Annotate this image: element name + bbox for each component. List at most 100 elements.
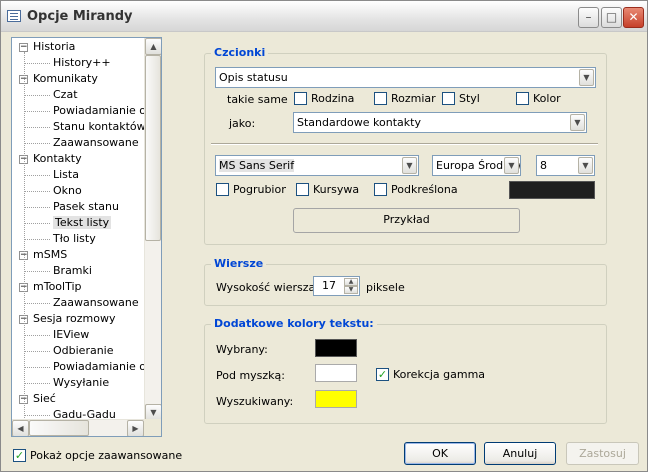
chevron-down-icon[interactable]: ▼ <box>579 69 594 86</box>
tree-item[interactable]: Bramki <box>53 263 92 279</box>
scroll-up-icon[interactable]: ▲ <box>145 38 161 55</box>
tree-connector <box>24 367 50 368</box>
window-title: Opcje Mirandy <box>27 9 133 24</box>
tree-item[interactable]: Wysyłanie <box>53 375 109 391</box>
tree-connector <box>24 111 50 112</box>
scroll-thumb[interactable] <box>145 55 161 241</box>
scroll-left-icon[interactable]: ◀ <box>12 420 29 436</box>
chevron-down-icon[interactable]: ▼ <box>402 157 417 174</box>
same-color-checkbox[interactable]: Kolor <box>516 92 561 106</box>
tree-vertical-scrollbar[interactable]: ▲ ▼ <box>144 38 161 421</box>
fonts-group-title: Czcionki <box>211 46 269 59</box>
underline-checkbox[interactable]: Podkreślona <box>374 183 458 197</box>
tree-group-item[interactable]: mToolTip <box>33 279 82 295</box>
search-color-picker[interactable] <box>315 390 357 408</box>
same-as-label: takie same <box>227 93 288 106</box>
font-size-select[interactable]: 8 ▼ <box>536 155 595 176</box>
show-advanced-checkbox[interactable]: ✓ Pokaż opcje zaawansowane <box>13 449 182 463</box>
tree-connector <box>24 143 50 144</box>
rows-group-title: Wiersze <box>211 257 267 270</box>
chevron-down-icon[interactable]: ▼ <box>570 114 585 131</box>
tree-item-label: Sieć <box>33 392 56 405</box>
apply-button[interactable]: Zastosuj <box>566 442 639 465</box>
search-color-label: Wyszukiwany: <box>216 395 294 408</box>
tree-connector <box>24 175 50 176</box>
ok-button[interactable]: OK <box>404 442 476 465</box>
row-height-spinner[interactable]: 17 ▲ ▼ <box>313 276 360 296</box>
font-item-select[interactable]: Opis statusu ▼ <box>215 67 596 88</box>
h-scroll-thumb[interactable] <box>29 420 89 436</box>
tree-item[interactable]: Tekst listy <box>53 215 112 231</box>
tree-group-item[interactable]: Kontakty <box>33 151 82 167</box>
app-icon <box>7 10 21 22</box>
bold-checkbox[interactable]: Pogrubiona <box>216 183 286 197</box>
tree-item-label: mSMS <box>33 248 68 261</box>
title-bar[interactable]: Opcje Mirandy – □ ✕ <box>1 1 647 32</box>
tree-item[interactable]: Pasek stanu <box>53 199 119 215</box>
tree-item-label: History++ <box>53 56 111 69</box>
script-select[interactable]: Europa Środkowa ▼ <box>432 155 521 176</box>
tree-item-label: Sesja rozmowy <box>33 312 116 325</box>
tree-group-item[interactable]: mSMS <box>33 247 67 263</box>
font-color-picker[interactable] <box>509 181 595 199</box>
as-select[interactable]: Standardowe kontakty ▼ <box>293 112 587 133</box>
font-name-select[interactable]: MS Sans Serif ▼ <box>215 155 419 176</box>
tree-horizontal-scrollbar[interactable]: ◀ ▶ <box>12 419 144 436</box>
preview-box: Przykład <box>293 208 520 233</box>
options-tree[interactable]: Historia − History++ Komunikaty − Czat Powiada… <box>11 37 162 437</box>
tree-connector <box>24 335 50 336</box>
tree-item-label: Wysyłanie <box>53 376 110 389</box>
tree-item[interactable]: Lista <box>53 167 79 183</box>
font-item-value: Opis statusu <box>219 71 288 84</box>
checkbox-icon[interactable]: ✓ <box>376 368 389 381</box>
tree-collapse-icon[interactable]: − <box>19 43 28 52</box>
tree-connector <box>24 383 50 384</box>
chevron-down-icon[interactable]: ▼ <box>504 157 519 174</box>
same-family-checkbox[interactable]: Rodzina <box>294 92 354 106</box>
maximize-icon[interactable]: □ <box>601 7 622 28</box>
checkbox-icon[interactable]: ✓ <box>13 449 26 462</box>
row-height-unit: piksele <box>366 281 405 294</box>
cancel-button[interactable]: Anuluj <box>484 442 556 465</box>
italic-checkbox[interactable]: Kursywa <box>296 183 359 197</box>
tree-connector <box>24 95 50 96</box>
tree-item-label: Stanu kontaktów <box>53 120 146 133</box>
tree-item-label: Bramki <box>53 264 92 277</box>
tree-item[interactable]: IEView <box>53 327 89 343</box>
tree-group-item[interactable]: Komunikaty <box>33 71 98 87</box>
tree-item-label: Lista <box>53 168 79 181</box>
scroll-right-icon[interactable]: ▶ <box>127 420 144 436</box>
tree-item[interactable]: Zaawansowane <box>53 295 139 311</box>
same-size-checkbox[interactable]: Rozmiar <box>374 92 436 106</box>
tree-connector <box>24 415 50 416</box>
tree-item[interactable]: Tło listy <box>53 231 96 247</box>
tree-connector <box>24 239 50 240</box>
tree-item-label: Pasek stanu <box>53 200 119 213</box>
row-height-value[interactable]: 17 <box>314 277 344 295</box>
gamma-checkbox[interactable]: ✓ Korekcja gamma <box>376 368 485 382</box>
minimize-icon[interactable]: – <box>578 7 599 28</box>
tree-item[interactable]: Stanu kontaktów <box>53 119 146 135</box>
same-style-checkbox[interactable]: Styl <box>442 92 480 106</box>
show-advanced-label: Pokaż opcje zaawansowane <box>30 449 183 462</box>
tree-item-label: Tekst listy <box>53 216 112 229</box>
separator <box>211 143 598 145</box>
tree-group-item[interactable]: Sieć <box>33 391 56 407</box>
tree-item[interactable]: Okno <box>53 183 82 199</box>
selected-color-picker[interactable] <box>315 339 357 357</box>
hover-color-picker[interactable] <box>315 364 357 382</box>
tree-item[interactable]: Czat <box>53 87 78 103</box>
spin-down-icon[interactable]: ▼ <box>344 286 358 294</box>
close-icon[interactable]: ✕ <box>623 7 644 28</box>
tree-connector <box>24 63 50 64</box>
tree-item[interactable]: Zaawansowane <box>53 135 139 151</box>
tree-item-label: Kontakty <box>33 152 82 165</box>
tree-connector <box>24 351 50 352</box>
tree-connector <box>24 191 50 192</box>
tree-group-item[interactable]: Historia <box>33 39 75 55</box>
chevron-down-icon[interactable]: ▼ <box>578 157 593 174</box>
spin-up-icon[interactable]: ▲ <box>344 278 358 286</box>
tree-item[interactable]: History++ <box>53 55 111 71</box>
tree-group-item[interactable]: Sesja rozmowy <box>33 311 116 327</box>
tree-item[interactable]: Odbieranie <box>53 343 114 359</box>
